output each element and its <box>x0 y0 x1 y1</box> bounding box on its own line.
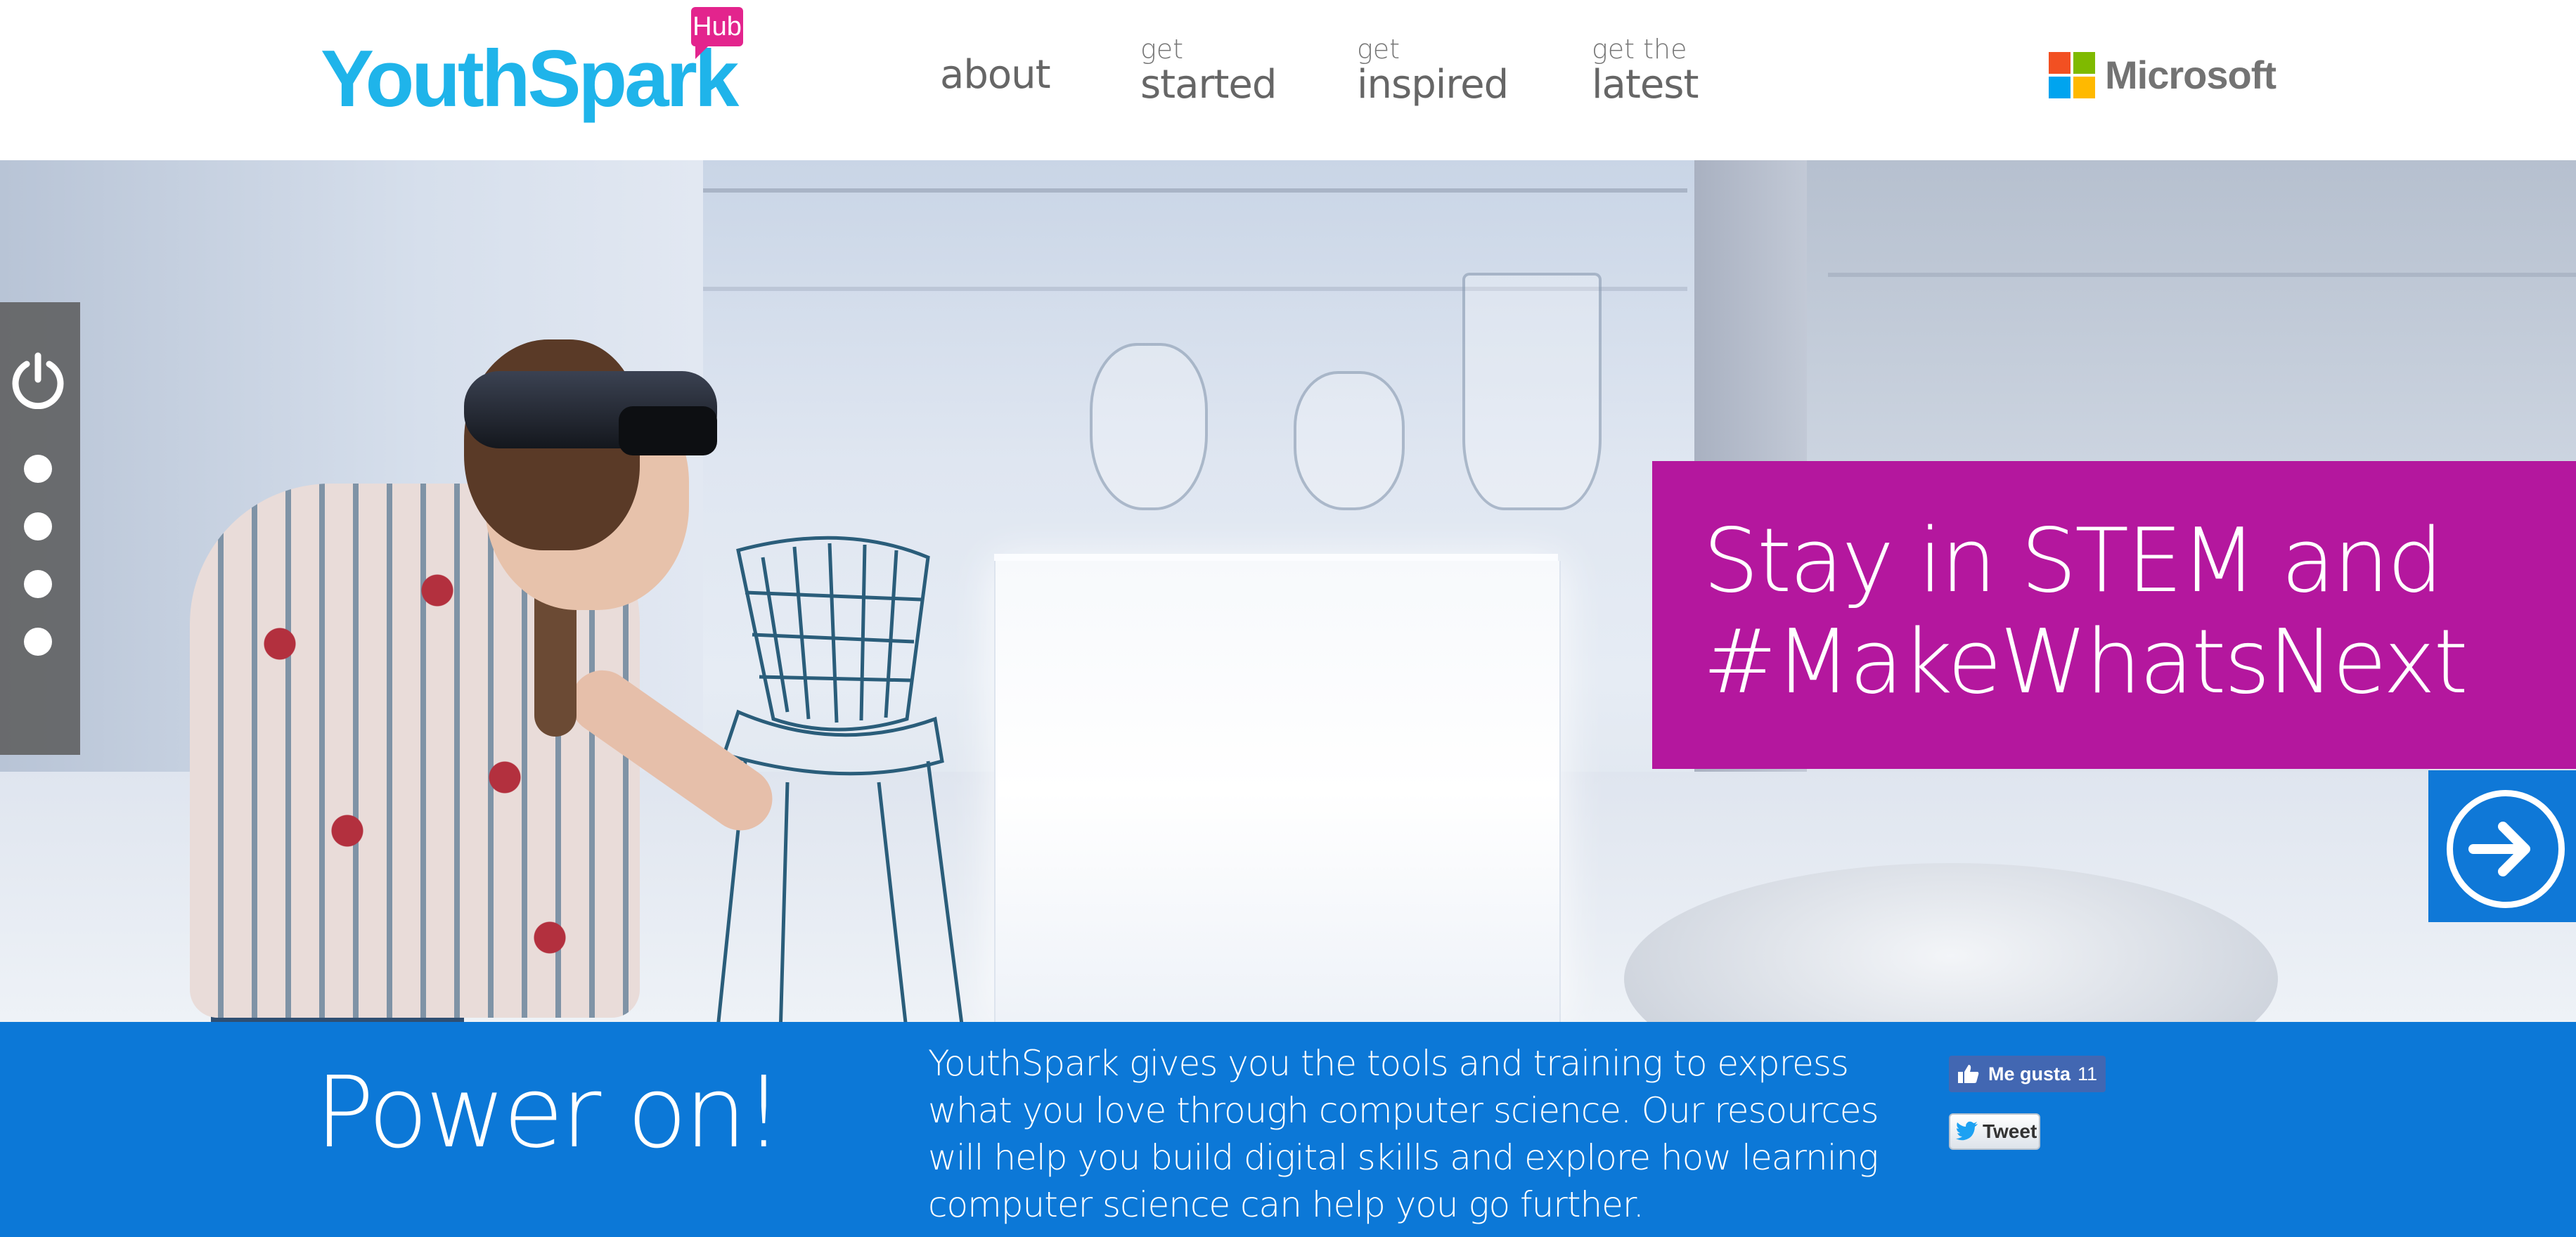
white-pedestal <box>994 561 1561 1022</box>
power-icon[interactable] <box>9 351 67 409</box>
nav-get-started-label: started <box>1140 62 1277 108</box>
slide-dot-4[interactable] <box>24 628 52 656</box>
like-count: 11 <box>2078 1063 2098 1084</box>
slide-dot-1[interactable] <box>24 455 52 483</box>
nav-get-inspired-label: inspired <box>1357 62 1509 108</box>
band-description: YouthSpark gives you the tools and train… <box>928 1043 1879 1225</box>
thumbs-up-icon <box>1958 1065 1979 1083</box>
nav-about-label: about <box>940 52 1051 98</box>
site-header: YouthSpark Hub about get started get ins… <box>0 0 2576 160</box>
logo-text: YouthSpark <box>321 34 739 124</box>
nav-get-started[interactable]: get started <box>1140 34 1277 108</box>
intro-band: Power on! YouthSpark gives you the tools… <box>0 1022 2576 1237</box>
slide-rail <box>0 302 80 755</box>
nav-get-the-latest-small: get the <box>1592 34 1687 65</box>
next-slide-button[interactable] <box>2428 770 2576 922</box>
nav-get-started-small: get <box>1140 34 1184 65</box>
twitter-bird-icon <box>1956 1121 1978 1141</box>
lab-beaker <box>1462 273 1602 510</box>
lab-flask <box>1090 343 1208 510</box>
nav-get-inspired[interactable]: get inspired <box>1357 34 1509 108</box>
logo-hub-badge: Hub <box>691 7 743 59</box>
arrow-right-circle-icon <box>2447 790 2565 908</box>
tweet-label: Tweet <box>1983 1120 2037 1142</box>
band-title: Power on! <box>315 1056 783 1170</box>
slide-dot-2[interactable] <box>24 512 52 540</box>
nav-get-inspired-small: get <box>1357 34 1400 65</box>
facebook-like-button[interactable]: Me gusta 11 <box>1949 1056 2106 1092</box>
nav-get-the-latest-label: latest <box>1592 62 1699 108</box>
lab-flask <box>1294 371 1405 510</box>
microsoft-windows-icon <box>2049 52 2095 98</box>
slide-dot-3[interactable] <box>24 570 52 598</box>
nav-get-the-latest[interactable]: get the latest <box>1592 34 1699 108</box>
like-label: Me gusta <box>1988 1063 2071 1084</box>
promo-headline: Stay in STEM and #MakeWhatsNext <box>1703 509 2468 713</box>
tweet-button[interactable]: Tweet <box>1949 1113 2040 1150</box>
microsoft-wordmark: Microsoft <box>2105 53 2276 97</box>
promo-callout[interactable]: Stay in STEM and #MakeWhatsNext <box>1652 461 2576 769</box>
nav-about[interactable]: about <box>940 52 1051 98</box>
